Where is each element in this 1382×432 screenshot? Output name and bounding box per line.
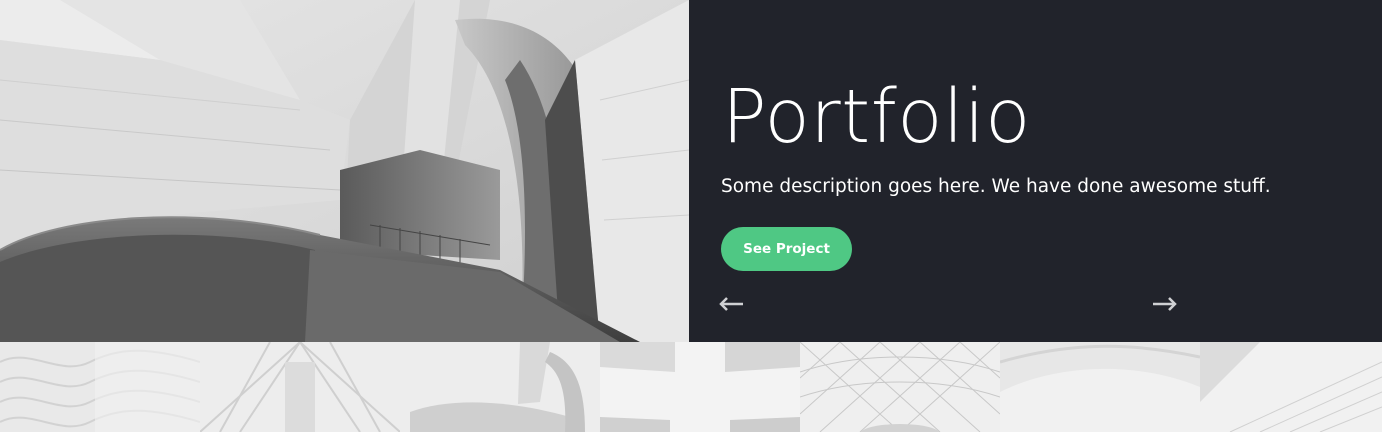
project-thumbnail-strip xyxy=(0,342,1382,432)
thumb-curved-ceiling[interactable] xyxy=(1000,342,1200,432)
hero-description: Some description goes here. We have done… xyxy=(721,176,1271,197)
hero-architecture-image xyxy=(0,0,689,342)
thumb-facade-pattern[interactable] xyxy=(0,342,200,432)
page-title: Portfolio xyxy=(722,74,1031,160)
thumb-lattice-dome[interactable] xyxy=(800,342,1000,432)
arrow-left-icon[interactable] xyxy=(718,294,744,314)
thumb-tower-edge[interactable] xyxy=(1200,342,1382,432)
hero-content-panel: Portfolio Some description goes here. We… xyxy=(689,0,1382,342)
thumb-sky-buildings[interactable] xyxy=(600,342,800,432)
thumb-glass-corridor[interactable] xyxy=(200,342,400,432)
arrow-right-icon[interactable] xyxy=(1152,294,1178,314)
portfolio-hero: Portfolio Some description goes here. We… xyxy=(0,0,1382,342)
thumb-curved-building[interactable] xyxy=(400,342,600,432)
see-project-button[interactable]: See Project xyxy=(721,227,852,271)
